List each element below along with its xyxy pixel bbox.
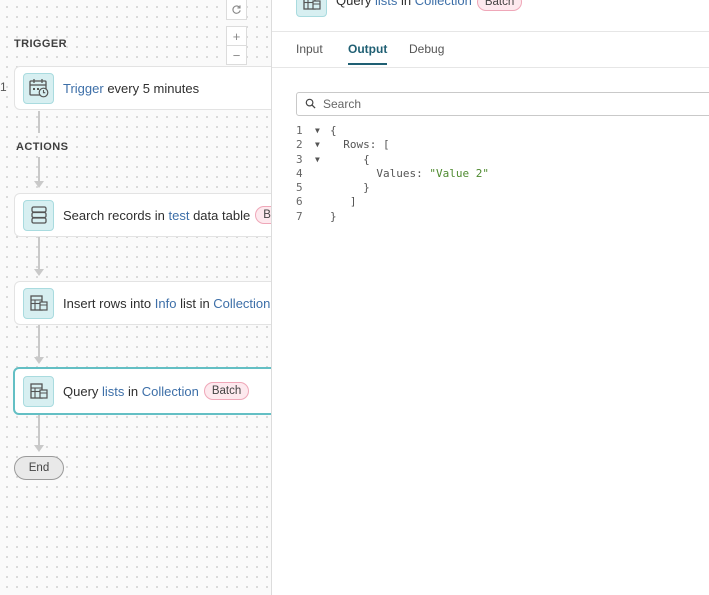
panel-tabs: Input Output Debug: [272, 32, 709, 68]
connector-line: [38, 111, 40, 133]
panel-title: Query lists in Collection Batch: [336, 0, 523, 11]
refresh-icon: [232, 5, 241, 14]
fold-toggle-icon[interactable]: ▼: [315, 124, 320, 138]
workflow-canvas[interactable]: 1 + − TRIGGER Trigger every 5 minutes AC…: [0, 0, 272, 595]
tab-debug[interactable]: Debug: [409, 42, 444, 63]
collection-link[interactable]: Collection: [213, 296, 270, 311]
panel-title-text: Query: [336, 0, 376, 8]
connector-arrow: [34, 445, 44, 452]
connector-line: [38, 237, 40, 269]
line-number: 6: [296, 195, 303, 209]
collection-link[interactable]: Collection: [415, 0, 472, 8]
query-node-text: Query: [63, 383, 103, 399]
code-string-value: "Value 2": [429, 166, 489, 180]
line-number: 3: [296, 152, 303, 166]
insert-rows-node[interactable]: Insert rows into Info list in Collection: [14, 281, 272, 325]
database-icon: [23, 199, 54, 231]
search-input[interactable]: [323, 96, 703, 112]
batch-badge: Batch: [476, 0, 523, 11]
tab-input[interactable]: Input: [296, 42, 323, 63]
reset-view-button[interactable]: [226, 0, 247, 20]
calendar-clock-icon: [23, 72, 54, 104]
line-number: 5: [296, 181, 303, 195]
panel-header: Query lists in Collection Batch: [272, 0, 709, 32]
insert-node-label: Insert rows into Info list in Collection: [63, 296, 270, 311]
trigger-node-label: Trigger every 5 minutes: [63, 81, 199, 96]
info-list-link[interactable]: Info: [155, 296, 177, 311]
code-key: Values:: [330, 166, 430, 180]
list-table-icon: [23, 287, 54, 319]
search-node-label: Search records in test data table: [63, 208, 250, 223]
trigger-link[interactable]: Trigger: [63, 81, 104, 96]
line-number: 7: [296, 209, 303, 223]
connector-arrow: [34, 181, 44, 188]
connector-arrow: [34, 357, 44, 364]
search-node-text: Search records in: [63, 207, 169, 223]
search-records-node[interactable]: Search records in test data tableBa: [14, 193, 272, 237]
batch-badge: Ba: [255, 206, 272, 224]
insert-node-text-mid: list in: [176, 295, 214, 311]
step-details-panel: Query lists in Collection Batch Input Out…: [271, 0, 709, 595]
line-number: 1: [296, 124, 303, 137]
panel-title-mid: in: [397, 0, 415, 8]
line-number: 4: [296, 166, 303, 180]
connector-line: [38, 415, 40, 445]
zoom-out-button[interactable]: −: [226, 45, 247, 65]
collection-link[interactable]: Collection: [142, 384, 199, 399]
code-text: ]: [330, 195, 357, 209]
code-text: {: [330, 152, 370, 166]
lists-link[interactable]: lists: [375, 0, 397, 8]
tab-output[interactable]: Output: [348, 42, 388, 65]
connector-arrow: [34, 269, 44, 276]
code-text: Rows: [: [330, 138, 390, 152]
edge-number: 1: [0, 80, 7, 94]
code-text: Values: "Value 2": [330, 167, 489, 181]
test-table-link[interactable]: test: [169, 208, 190, 223]
trigger-node[interactable]: Trigger every 5 minutes: [14, 66, 272, 110]
query-node-label: Query lists in Collection: [63, 384, 199, 399]
actions-section-label: ACTIONS: [16, 141, 69, 153]
zoom-in-button[interactable]: +: [226, 26, 247, 46]
output-search-box: [296, 92, 709, 116]
code-text: {: [330, 124, 337, 137]
search-node-text-end: data table: [189, 207, 251, 223]
lists-link[interactable]: lists: [102, 384, 124, 399]
trigger-node-text: every 5 minutes: [103, 80, 200, 96]
code-text: }: [330, 209, 337, 223]
query-node-text-mid: in: [124, 383, 142, 399]
list-table-icon: [296, 0, 327, 17]
batch-badge: Batch: [203, 382, 250, 400]
fold-toggle-icon[interactable]: ▼: [315, 153, 320, 167]
line-number: 2: [296, 138, 303, 152]
trigger-section-label: TRIGGER: [14, 38, 67, 50]
list-table-icon: [23, 375, 54, 407]
fold-toggle-icon[interactable]: ▼: [315, 138, 320, 152]
query-lists-node[interactable]: Query lists in Collection Batch: [13, 367, 272, 415]
code-text: }: [330, 181, 370, 195]
search-icon: [305, 98, 316, 109]
connector-line: [38, 157, 40, 181]
insert-node-text: Insert rows into: [63, 295, 155, 311]
connector-line: [38, 325, 40, 357]
end-node[interactable]: End: [14, 456, 64, 480]
